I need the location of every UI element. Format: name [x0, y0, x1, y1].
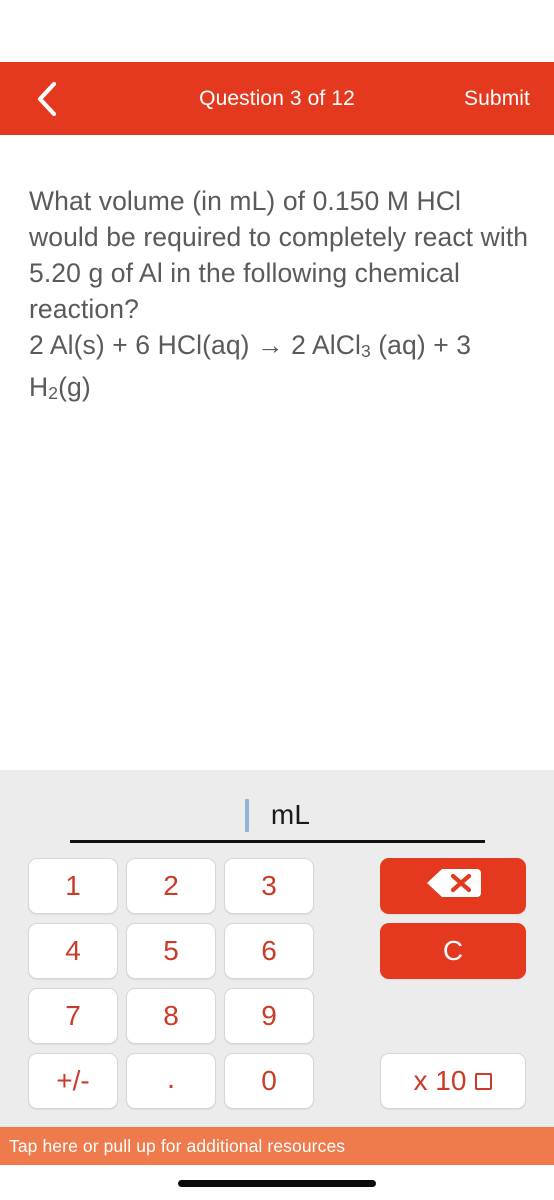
key-4[interactable]: 4 — [28, 923, 118, 979]
resources-banner-label: Tap here or pull up for additional resou… — [9, 1135, 346, 1156]
equation-segment-2: (aq) + — [370, 330, 449, 360]
exponent-label: x 10 — [413, 1065, 467, 1096]
status-bar — [0, 0, 554, 62]
key-5[interactable]: 5 — [126, 923, 216, 979]
resources-banner[interactable]: Tap here or pull up for additional resou… — [0, 1127, 554, 1165]
app-screen: Question 3 of 12 Submit What volume (in … — [0, 0, 554, 1200]
home-indicator — [178, 1180, 376, 1187]
equation-segment-4: (g) — [58, 372, 91, 403]
exponent-button[interactable]: x 10 — [380, 1053, 526, 1109]
key-0[interactable]: 0 — [224, 1053, 314, 1109]
key-decimal[interactable]: . — [126, 1053, 216, 1109]
backspace-icon — [425, 867, 481, 906]
key-plus-minus[interactable]: +/- — [28, 1053, 118, 1109]
exponent-placeholder-box — [475, 1072, 493, 1090]
key-8[interactable]: 8 — [126, 988, 216, 1044]
key-6[interactable]: 6 — [224, 923, 314, 979]
keypad-grid: 1 2 3 4 5 6 7 8 9 +/- . 0 C x 10 — [0, 770, 554, 1127]
numeric-keypad-panel: mL 1 2 3 4 5 6 7 8 9 +/- . 0 C x 10 — [0, 770, 554, 1127]
key-3[interactable]: 3 — [224, 858, 314, 914]
key-2[interactable]: 2 — [126, 858, 216, 914]
key-7[interactable]: 7 — [28, 988, 118, 1044]
chemical-equation: 2 Al(s) + 6 HCl(aq) → 2 AlCl3 (aq) + 3 H… — [29, 327, 529, 411]
equation-subscript-2: 2 — [48, 383, 59, 404]
key-9[interactable]: 9 — [224, 988, 314, 1044]
app-header: Question 3 of 12 Submit — [0, 62, 554, 135]
equation-segment-1: 2 Al(s) + 6 HCl(aq) → 2 AlCl — [29, 330, 361, 360]
question-line-2: would be required to completely — [29, 222, 407, 252]
question-line-1: What volume (in mL) of 0.150 M HCl — [29, 186, 461, 216]
submit-button[interactable]: Submit — [464, 62, 530, 135]
equation-subscript-1: 3 — [360, 341, 371, 362]
key-1[interactable]: 1 — [28, 858, 118, 914]
question-text: What volume (in mL) of 0.150 M HCl would… — [29, 183, 529, 411]
backspace-button[interactable] — [380, 858, 526, 914]
clear-button[interactable]: C — [380, 923, 526, 979]
